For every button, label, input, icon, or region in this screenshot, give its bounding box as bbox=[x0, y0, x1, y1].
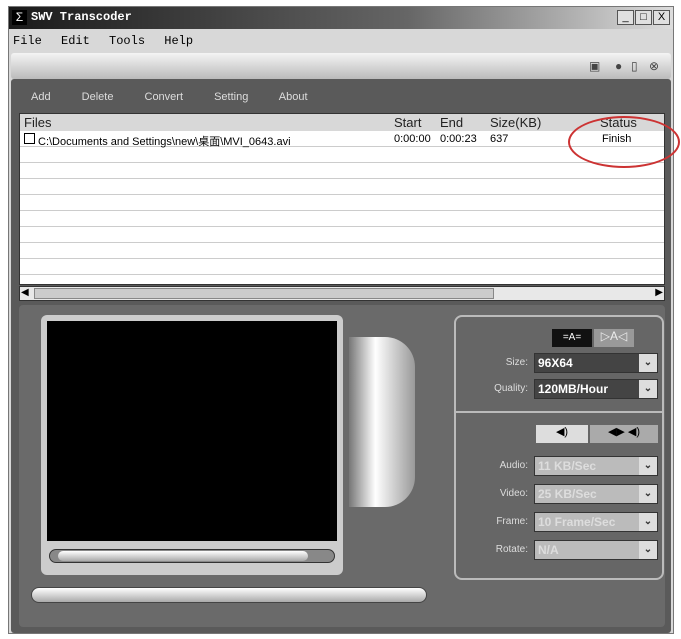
skin-minimize-icon[interactable]: ● bbox=[615, 59, 622, 73]
setting-button[interactable]: Setting bbox=[214, 91, 248, 103]
frame-value: 10 Frame/Sec bbox=[538, 515, 616, 529]
quality-label: Quality: bbox=[494, 383, 528, 394]
rotate-select[interactable]: N/A ⌄ bbox=[534, 540, 658, 560]
quality-select[interactable]: 120MB/Hour ⌄ bbox=[534, 379, 658, 399]
toolbar: Add Delete Convert Setting About bbox=[31, 91, 336, 103]
empty-row bbox=[20, 227, 664, 243]
text-tab-icon[interactable]: ▷A◁ bbox=[594, 329, 634, 347]
chevron-down-icon[interactable]: ⌄ bbox=[639, 354, 657, 372]
scroll-left-icon[interactable]: ◀ bbox=[21, 287, 29, 298]
chevron-down-icon[interactable]: ⌄ bbox=[639, 513, 657, 531]
preview-area: =A= ▷A◁ Size: 96X64 ⌄ Quality: 120MB/Hour… bbox=[19, 305, 665, 627]
size-label: Size: bbox=[505, 357, 528, 368]
delete-button[interactable]: Delete bbox=[82, 91, 114, 103]
menu-file[interactable]: File bbox=[13, 34, 42, 48]
cell-size: 637 bbox=[490, 133, 509, 145]
convert-button[interactable]: Convert bbox=[145, 91, 184, 103]
window-title: SWV Transcoder bbox=[31, 10, 132, 24]
empty-row bbox=[20, 179, 664, 195]
horizontal-scrollbar[interactable]: ◀ ▶ bbox=[19, 286, 665, 301]
quality-value: 120MB/Hour bbox=[538, 382, 609, 396]
annotation-circle bbox=[568, 116, 680, 168]
divider bbox=[456, 411, 662, 413]
about-button[interactable]: About bbox=[279, 91, 308, 103]
chevron-down-icon[interactable]: ⌄ bbox=[639, 380, 657, 398]
skin-title-strip: ▣ ● ▯ ⊗ bbox=[11, 53, 671, 79]
col-end[interactable]: End bbox=[440, 115, 463, 130]
video-select[interactable]: 25 KB/Sec ⌄ bbox=[534, 484, 658, 504]
audio-low-icon[interactable]: ◀) bbox=[536, 425, 588, 443]
add-button[interactable]: Add bbox=[31, 91, 51, 103]
menu-help[interactable]: Help bbox=[164, 34, 193, 48]
audio-label: Audio: bbox=[499, 460, 528, 471]
empty-row bbox=[20, 211, 664, 227]
chevron-down-icon[interactable]: ⌄ bbox=[639, 485, 657, 503]
progress-bar bbox=[31, 587, 427, 603]
size-select[interactable]: 96X64 ⌄ bbox=[534, 353, 658, 373]
minimize-button[interactable]: _ bbox=[617, 10, 634, 25]
empty-row bbox=[20, 163, 664, 179]
empty-row bbox=[20, 243, 664, 259]
frame-label: Frame: bbox=[496, 516, 528, 527]
main-panel: Add Delete Convert Setting About Files S… bbox=[11, 79, 671, 633]
app-window: SWV Transcoder Σ _ □ X File Edit Tools H… bbox=[8, 6, 674, 634]
seek-thumb[interactable] bbox=[58, 551, 308, 561]
rotate-label: Rotate: bbox=[495, 544, 528, 555]
audio-balance-icon[interactable]: ◀▶ ◀) bbox=[590, 425, 658, 443]
close-button[interactable]: X bbox=[653, 10, 670, 25]
settings-panel: =A= ▷A◁ Size: 96X64 ⌄ Quality: 120MB/Hour… bbox=[454, 315, 664, 580]
scroll-thumb[interactable] bbox=[34, 288, 494, 299]
pin-icon[interactable]: ▣ bbox=[589, 59, 600, 73]
cell-start: 0:00:00 bbox=[394, 133, 431, 145]
video-tab-icon[interactable]: =A= bbox=[552, 329, 592, 347]
list-header: Files Start End Size(KB) Status bbox=[20, 114, 664, 131]
size-value: 96X64 bbox=[538, 356, 573, 370]
empty-row bbox=[20, 259, 664, 275]
col-files[interactable]: Files bbox=[24, 115, 51, 130]
empty-row bbox=[20, 195, 664, 211]
col-size[interactable]: Size(KB) bbox=[490, 115, 541, 130]
chevron-down-icon[interactable]: ⌄ bbox=[639, 457, 657, 475]
scroll-right-icon[interactable]: ▶ bbox=[655, 287, 663, 298]
title-bar: SWV Transcoder bbox=[9, 7, 673, 29]
audio-value: 11 KB/Sec bbox=[538, 459, 597, 473]
video-value: 25 KB/Sec bbox=[538, 487, 597, 501]
empty-row bbox=[20, 147, 664, 163]
video-screen bbox=[47, 321, 337, 541]
video-preview bbox=[41, 315, 343, 575]
chevron-down-icon[interactable]: ⌄ bbox=[639, 541, 657, 559]
menu-tools[interactable]: Tools bbox=[109, 34, 145, 48]
skin-close-icon[interactable]: ⊗ bbox=[649, 59, 659, 73]
col-start[interactable]: Start bbox=[394, 115, 421, 130]
menu-bar: File Edit Tools Help bbox=[9, 31, 209, 51]
decorative-cylinder bbox=[349, 337, 415, 507]
app-icon: Σ bbox=[12, 10, 27, 25]
frame-select[interactable]: 10 Frame/Sec ⌄ bbox=[534, 512, 658, 532]
menu-edit[interactable]: Edit bbox=[61, 34, 90, 48]
row-checkbox[interactable] bbox=[24, 133, 35, 144]
video-label: Video: bbox=[499, 488, 528, 499]
skin-maximize-icon[interactable]: ▯ bbox=[631, 59, 638, 73]
maximize-button[interactable]: □ bbox=[635, 10, 652, 25]
seek-slider[interactable] bbox=[49, 549, 335, 563]
audio-select[interactable]: 11 KB/Sec ⌄ bbox=[534, 456, 658, 476]
cell-end: 0:00:23 bbox=[440, 133, 477, 145]
rotate-value: N/A bbox=[538, 543, 559, 557]
